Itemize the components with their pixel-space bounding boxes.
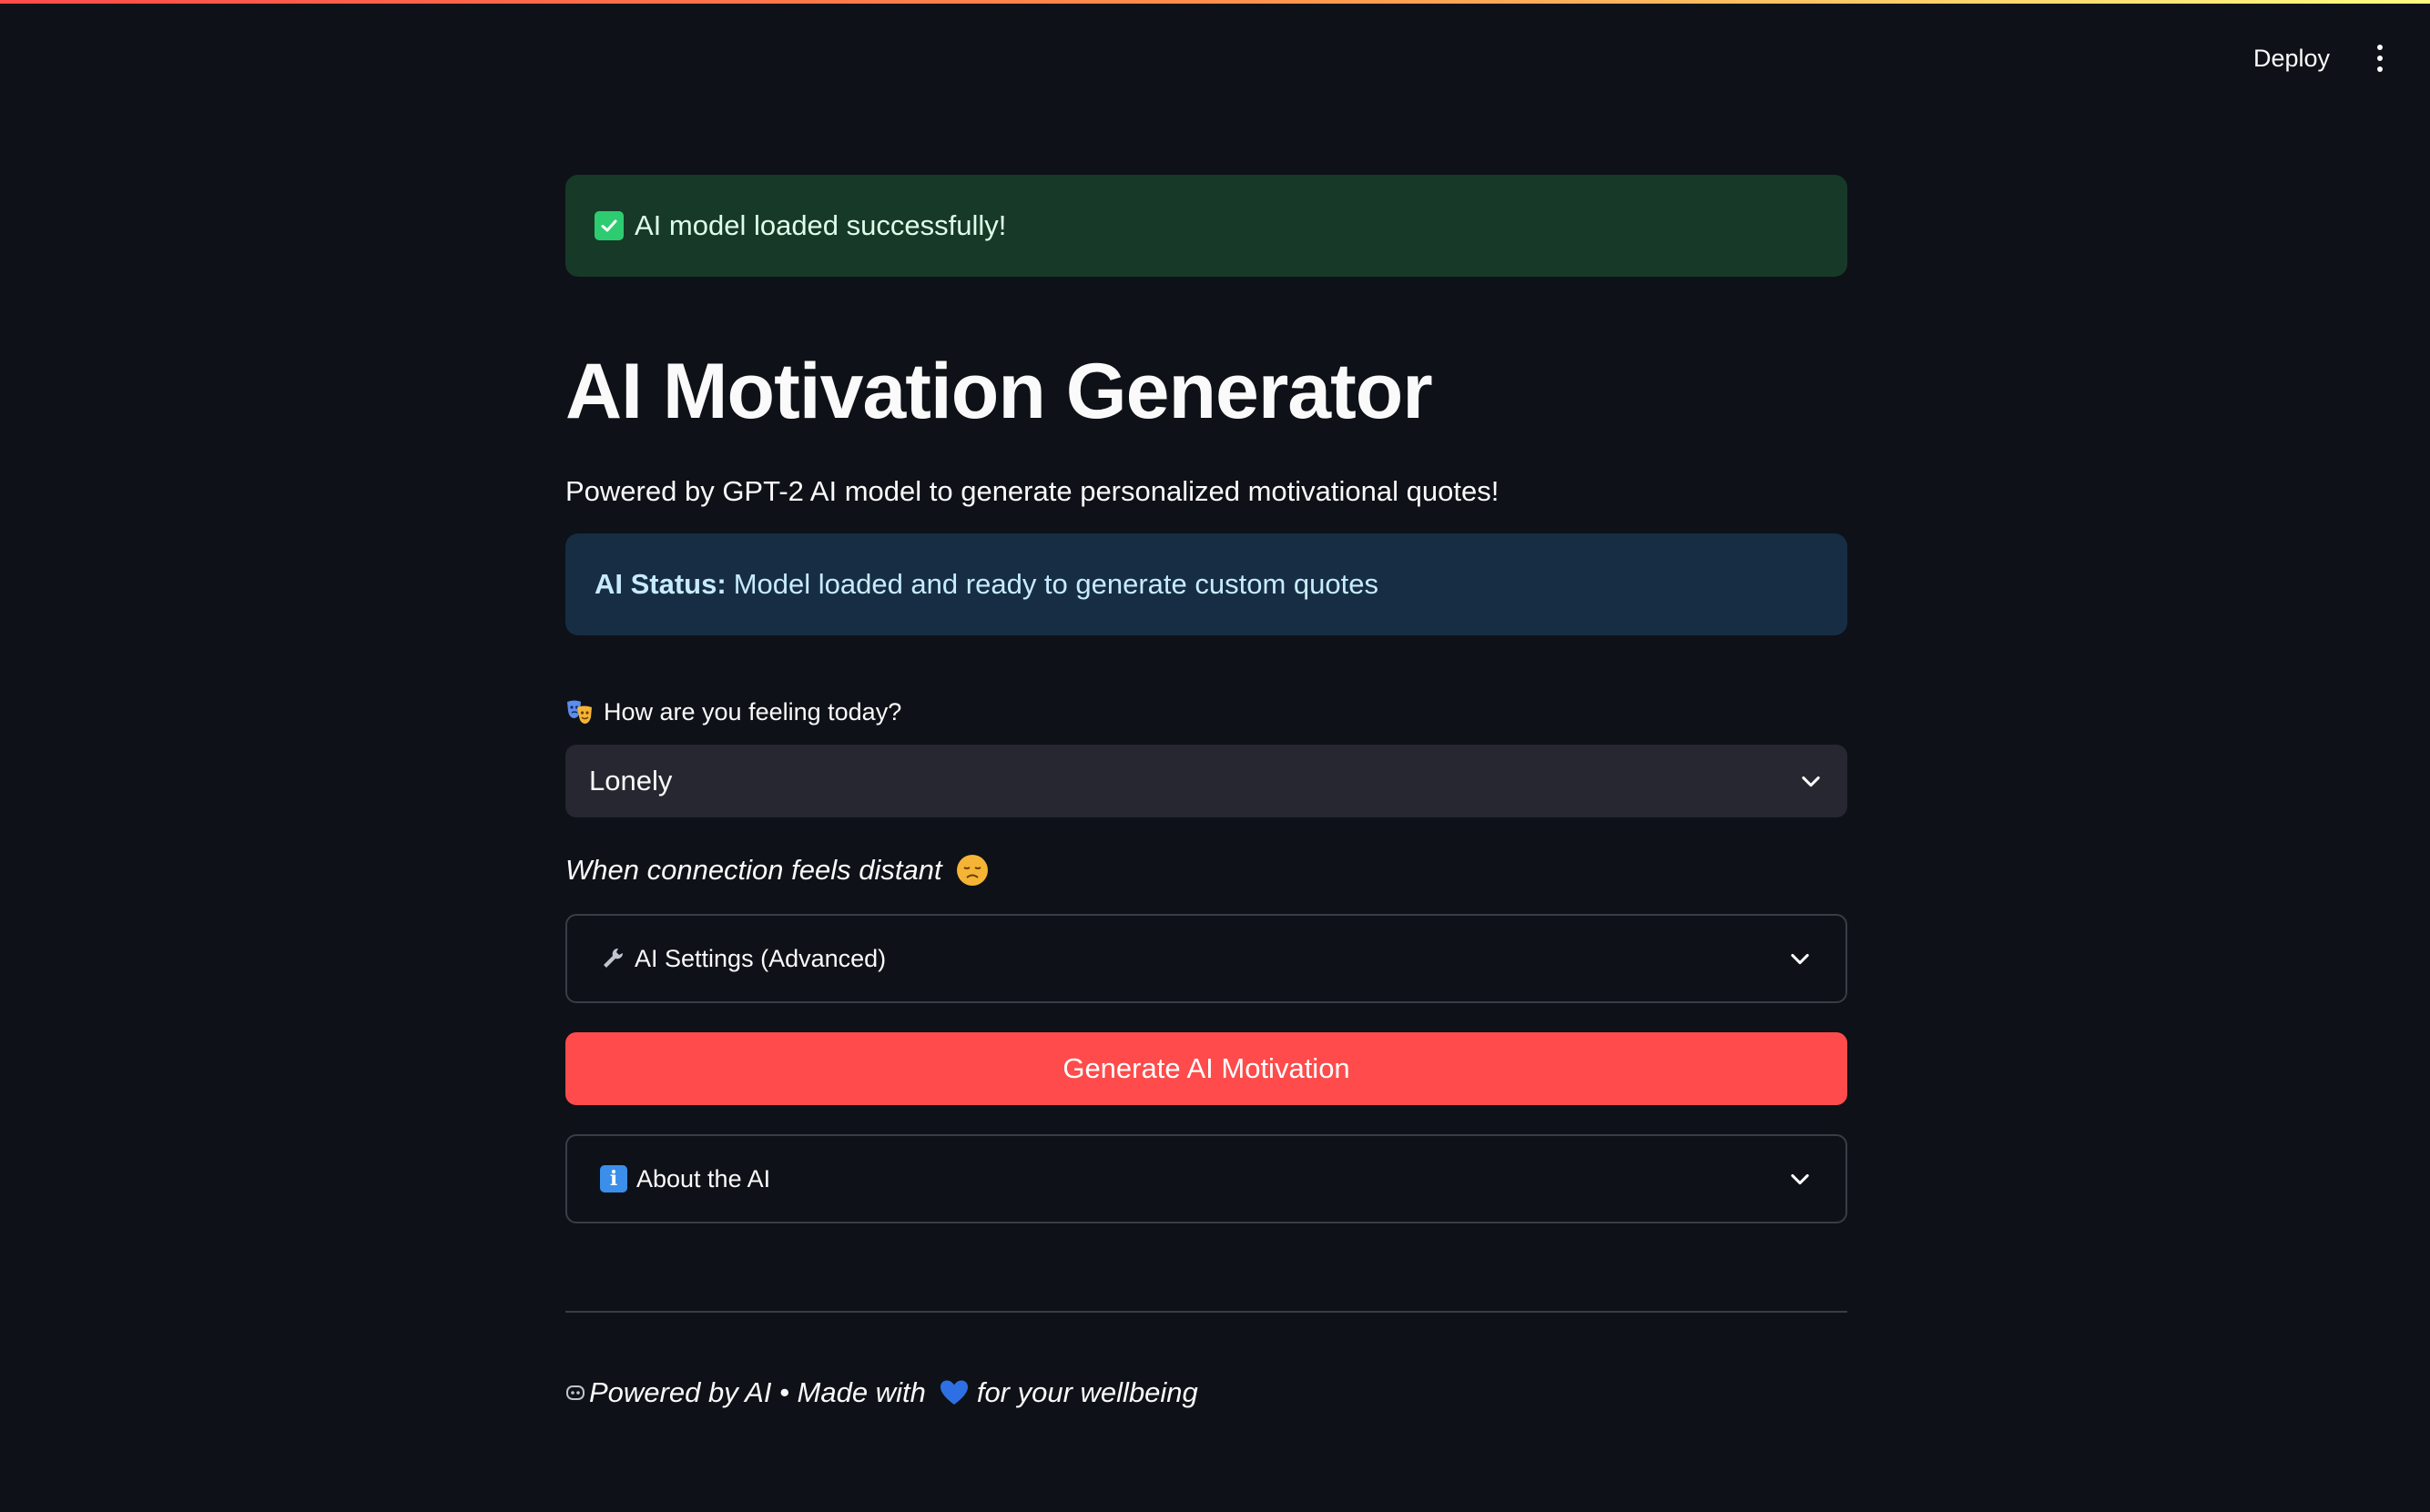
ai-status-text: Model loaded and ready to generate custo…: [733, 568, 1378, 600]
page-subtitle: Powered by GPT-2 AI model to generate pe…: [565, 475, 1500, 507]
mood-select-label: How are you feeling today?: [565, 695, 1847, 728]
mood-select-label-text: How are you feeling today?: [604, 697, 902, 726]
mood-select-value: Lonely: [589, 765, 673, 797]
footer: Powered by AI • Made with for your wellb…: [565, 1376, 1847, 1409]
about-ai-label: About the AI: [636, 1164, 771, 1192]
footer-text-before: Powered by AI • Made with: [589, 1376, 926, 1408]
success-alert-text: AI model loaded successfully!: [635, 209, 1007, 241]
more-vertical-icon[interactable]: [2357, 35, 2403, 82]
deploy-button[interactable]: Deploy: [2237, 36, 2346, 80]
chevron-down-icon: [1802, 776, 1820, 787]
ai-settings-label: AI Settings (Advanced): [635, 944, 887, 972]
page-title: AI Motivation Generator: [565, 348, 1433, 435]
blue-heart-icon: [940, 1380, 968, 1405]
disappointed-face-icon: [956, 855, 988, 886]
footer-divider: [565, 1311, 1847, 1313]
main-content: AI model loaded successfully! AI Motivat…: [565, 175, 1847, 1409]
app-header: Deploy: [0, 4, 2430, 106]
about-ai-expander[interactable]: i About the AI: [565, 1134, 1847, 1223]
wrench-icon: [604, 948, 624, 968]
mood-select[interactable]: Lonely: [565, 745, 1847, 817]
performing-arts-icon: [565, 697, 595, 726]
ai-status-alert: AI Status: Model loaded and ready to gen…: [565, 533, 1847, 635]
ai-settings-expander[interactable]: AI Settings (Advanced): [565, 914, 1847, 1003]
robot-icon: [566, 1385, 585, 1400]
mood-caption: When connection feels distant: [565, 850, 1847, 890]
success-alert: AI model loaded successfully!: [565, 175, 1847, 277]
chevron-down-icon: [1791, 1173, 1809, 1185]
info-icon: i: [600, 1165, 627, 1192]
footer-text-after: for your wellbeing: [976, 1376, 1198, 1408]
check-icon: [595, 211, 624, 240]
mood-caption-text: When connection feels distant: [565, 854, 942, 886]
generate-motivation-button[interactable]: Generate AI Motivation: [565, 1032, 1847, 1105]
chevron-down-icon: [1791, 953, 1809, 965]
ai-status-label: AI Status:: [595, 568, 727, 600]
